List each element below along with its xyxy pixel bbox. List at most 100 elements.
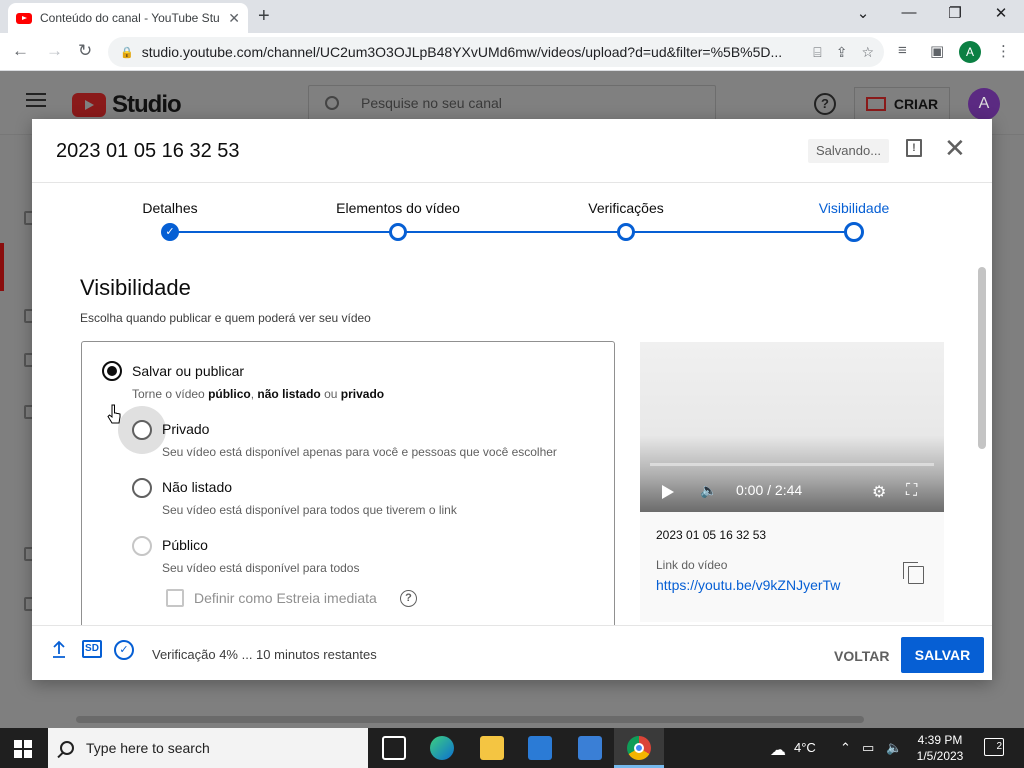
dialog-content: Visibilidade Escolha quando publicar e q… (32, 263, 992, 625)
unlisted-option-desc: Seu vídeo está disponível para todos que… (162, 503, 457, 517)
step-video-elements-dot[interactable] (389, 223, 407, 241)
step-details-label[interactable]: Detalhes (90, 200, 250, 216)
premiere-checkbox[interactable] (166, 589, 184, 607)
url-text[interactable]: studio.youtube.com/channel/UC2um3O3OJLpB… (142, 44, 814, 60)
create-video-icon (865, 97, 886, 111)
window-close-icon[interactable]: ✕ (978, 4, 1024, 22)
tab-search-chevron-icon[interactable]: ⌄ (840, 4, 886, 22)
saving-status-badge: Salvando... (808, 139, 890, 163)
private-option-desc: Seu vídeo está disponível apenas para vo… (162, 445, 557, 459)
notification-center-icon[interactable]: 2 (984, 738, 1004, 756)
save-button[interactable]: SALVAR (901, 637, 984, 673)
back-arrow-icon[interactable]: ← (12, 41, 29, 61)
microsoft-store-icon[interactable] (528, 736, 552, 760)
sidebar-active-indicator (0, 243, 4, 291)
dialog-close-icon[interactable]: ✕ (944, 133, 966, 164)
video-time: 0:00 / 2:44 (736, 482, 803, 498)
chrome-menu-icon[interactable]: ⋮ (996, 42, 1011, 60)
help-question-icon[interactable]: ? (400, 590, 417, 607)
tab-title: Conteúdo do canal - YouTube Stu (40, 11, 220, 25)
menu-hamburger-icon[interactable] (26, 93, 46, 107)
media-controls-icon[interactable]: ≡ (898, 42, 907, 59)
save-publish-label[interactable]: Salvar ou publicar (132, 363, 244, 379)
section-title: Visibilidade (80, 275, 191, 300)
mail-icon[interactable] (578, 736, 602, 760)
step-checks-dot[interactable] (617, 223, 635, 241)
video-title: 2023 01 05 16 32 53 (656, 528, 767, 542)
upload-icon[interactable] (52, 640, 66, 658)
sd-quality-icon[interactable]: SD (82, 640, 102, 658)
browser-tab[interactable]: Conteúdo do canal - YouTube Stu ✕ (8, 3, 248, 33)
maximize-icon[interactable]: ❐ (932, 4, 978, 22)
taskbar-clock[interactable]: 4:39 PM 1/5/2023 (908, 732, 972, 764)
premiere-checkbox-label[interactable]: Definir como Estreia imediata (194, 590, 377, 606)
content-scrollbar[interactable] (978, 267, 986, 449)
studio-logo-text: Studio (112, 91, 182, 118)
play-icon[interactable] (662, 485, 674, 499)
mouse-cursor-icon (107, 404, 121, 424)
channel-search-input[interactable]: Pesquise no seu canal (308, 85, 716, 121)
dialog-title: 2023 01 05 16 32 53 (56, 140, 240, 162)
clock-date: 1/5/2023 (916, 749, 964, 763)
unlisted-radio[interactable] (132, 478, 152, 498)
new-tab-button[interactable]: + (258, 5, 270, 28)
step-visibility-dot[interactable] (844, 222, 864, 242)
minimize-icon[interactable]: — (886, 4, 932, 21)
step-checks-label[interactable]: Verificações (546, 200, 706, 216)
side-panel-icon[interactable]: ▣ (930, 42, 944, 60)
create-button[interactable]: CRIAR (854, 87, 950, 121)
dialog-footer: SD ✓ Verificação 4% ... 10 minutos resta… (32, 625, 992, 680)
private-option-label[interactable]: Privado (162, 421, 209, 437)
chrome-icon (627, 736, 651, 760)
weather-cloud-icon[interactable]: ☁ (770, 740, 786, 760)
file-explorer-icon[interactable] (480, 736, 504, 760)
step-video-elements-label[interactable]: Elementos do vídeo (318, 200, 478, 216)
volume-tray-icon[interactable]: 🔈 (886, 740, 902, 756)
report-issue-icon[interactable]: ! (906, 139, 922, 157)
tray-chevron-up-icon[interactable]: ⌃ (840, 740, 851, 756)
bookmark-star-icon[interactable]: ☆ (861, 44, 874, 61)
reload-icon[interactable]: ↻ (78, 41, 92, 61)
page-horizontal-scrollbar[interactable] (76, 716, 864, 723)
private-radio[interactable] (132, 420, 152, 440)
browser-profile-avatar[interactable]: A (959, 41, 981, 63)
public-option-label[interactable]: Público (162, 537, 208, 553)
browser-toolbar: ← → ↻ 🔒 studio.youtube.com/channel/UC2um… (0, 33, 1024, 71)
share-icon[interactable]: ⇪ (836, 44, 848, 61)
taskbar-search-box[interactable]: Type here to search (48, 728, 368, 768)
public-radio[interactable] (132, 536, 152, 556)
video-link-label: Link do vídeo (656, 558, 728, 572)
edge-browser-icon[interactable] (430, 736, 454, 760)
dialog-header: 2023 01 05 16 32 53 Salvando... ! ✕ (32, 119, 992, 183)
step-details-check-icon[interactable]: ✓ (161, 223, 179, 241)
chrome-taskbar-active[interactable] (614, 728, 664, 768)
settings-gear-icon[interactable]: ⚙ (872, 482, 886, 502)
unlisted-option-label[interactable]: Não listado (162, 479, 232, 495)
video-link[interactable]: https://youtu.be/v9kZNJyerTw (656, 577, 840, 593)
search-placeholder: Pesquise no seu canal (361, 95, 502, 111)
network-icon[interactable]: ▭ (862, 740, 874, 756)
youtube-logo-icon (72, 93, 106, 117)
forward-arrow-icon[interactable]: → (46, 41, 63, 61)
checks-done-icon[interactable]: ✓ (114, 640, 134, 660)
windows-start-icon[interactable] (14, 740, 32, 758)
upload-dialog: 2023 01 05 16 32 53 Salvando... ! ✕ Deta… (32, 119, 992, 680)
weather-temperature[interactable]: 4°C (794, 740, 816, 755)
channel-avatar[interactable]: A (968, 88, 1000, 120)
upload-stepper: Detalhes Elementos do vídeo Verificações… (32, 183, 992, 263)
back-button[interactable]: VOLTAR (824, 638, 899, 674)
help-icon[interactable]: ? (814, 93, 836, 115)
address-bar[interactable]: 🔒 studio.youtube.com/channel/UC2um3O3OJL… (108, 37, 884, 67)
copy-link-icon[interactable] (903, 562, 924, 584)
volume-icon[interactable]: 🔈 (700, 482, 717, 499)
tab-close-icon[interactable]: ✕ (228, 10, 240, 27)
save-publish-radio[interactable] (102, 361, 122, 381)
video-player[interactable]: 🔈 0:00 / 2:44 ⚙ ⛶ (640, 342, 944, 512)
translate-icon[interactable]: ⌸ (813, 44, 821, 61)
step-visibility-label[interactable]: Visibilidade (774, 200, 934, 216)
video-progress-bar[interactable] (650, 463, 934, 466)
studio-logo[interactable]: Studio (72, 91, 182, 119)
task-view-icon[interactable] (382, 736, 406, 760)
lock-icon[interactable]: 🔒 (120, 46, 134, 59)
fullscreen-icon[interactable]: ⛶ (906, 482, 917, 500)
